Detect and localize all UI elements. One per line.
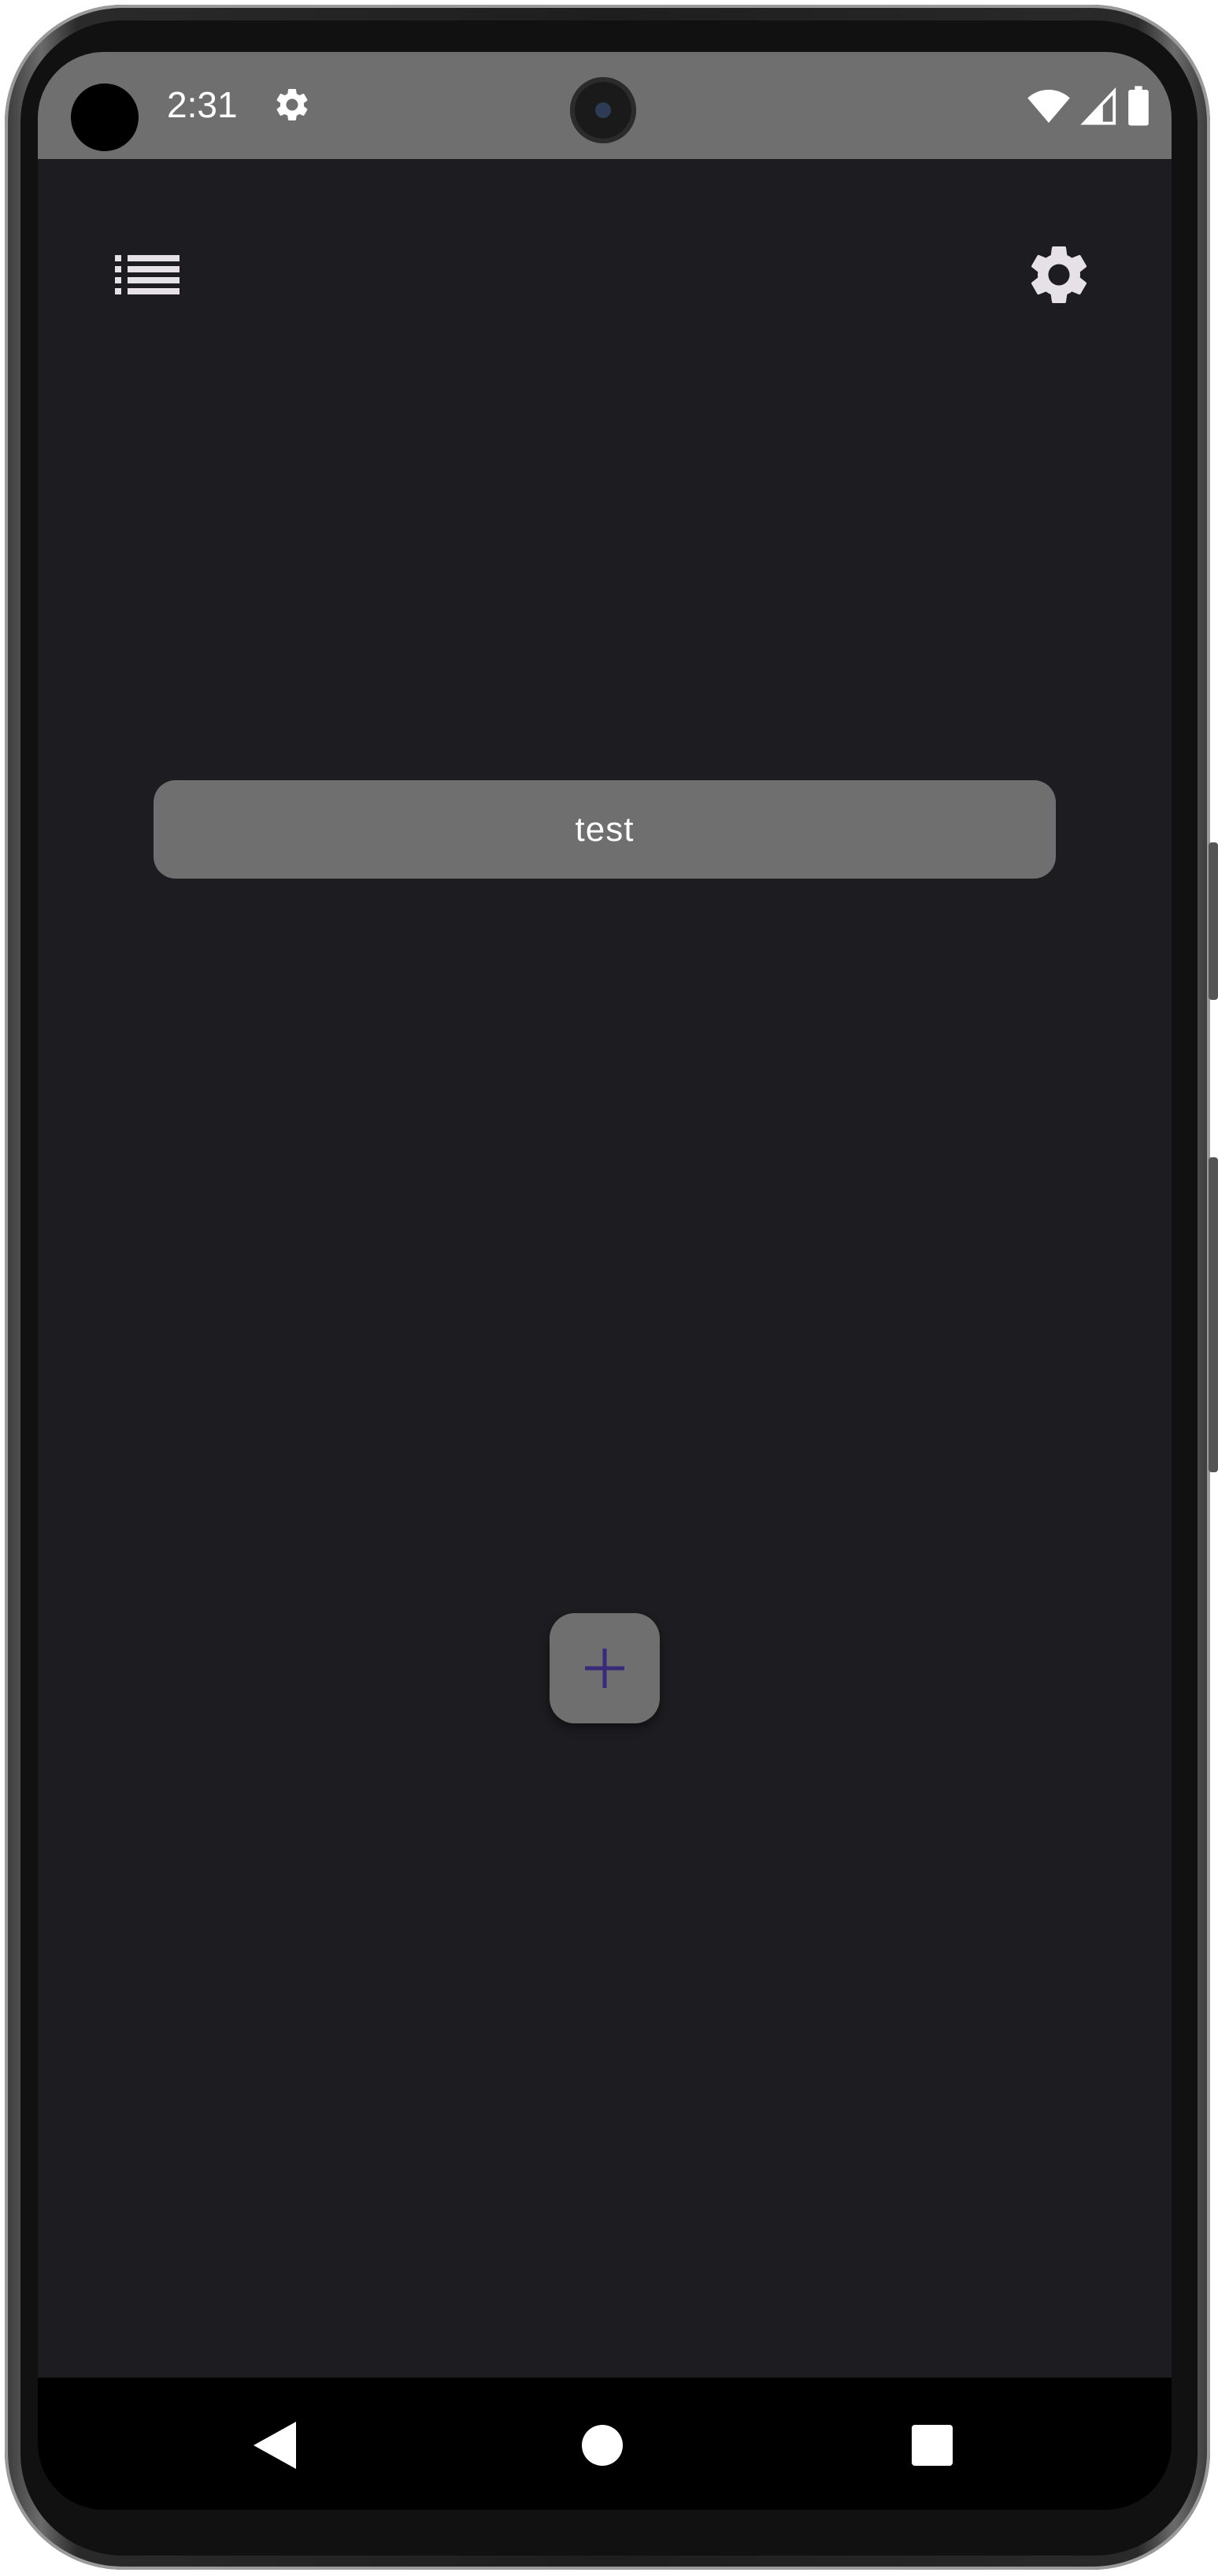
status-bar: 2:31 — [38, 52, 1172, 159]
status-time: 2:31 — [167, 84, 238, 125]
status-icons — [1027, 85, 1150, 128]
add-item-button[interactable] — [550, 1613, 660, 1723]
phone-frame: 2:31 test — [0, 0, 1218, 2576]
app-screen: 2:31 test — [38, 52, 1172, 2510]
camera-lens — [595, 102, 611, 118]
navigation-bar — [38, 2378, 1172, 2510]
power-button — [1209, 1157, 1218, 1472]
status-indicator-dot — [71, 83, 139, 151]
front-camera — [570, 77, 636, 143]
list-menu-button[interactable] — [104, 231, 191, 318]
list-item-label: test — [575, 809, 635, 849]
list-item[interactable]: test — [154, 780, 1056, 879]
plus-icon — [585, 1649, 624, 1688]
home-icon[interactable] — [582, 2425, 623, 2466]
settings-button[interactable] — [1016, 231, 1102, 318]
recents-icon[interactable] — [912, 2425, 953, 2466]
list-icon — [115, 255, 180, 294]
signal-icon — [1080, 87, 1116, 125]
wifi-icon — [1027, 90, 1070, 123]
volume-button — [1209, 842, 1218, 1000]
battery-icon — [1128, 86, 1149, 126]
gear-icon — [1031, 246, 1087, 303]
settings-icon — [276, 88, 308, 120]
back-icon[interactable] — [252, 2420, 299, 2471]
